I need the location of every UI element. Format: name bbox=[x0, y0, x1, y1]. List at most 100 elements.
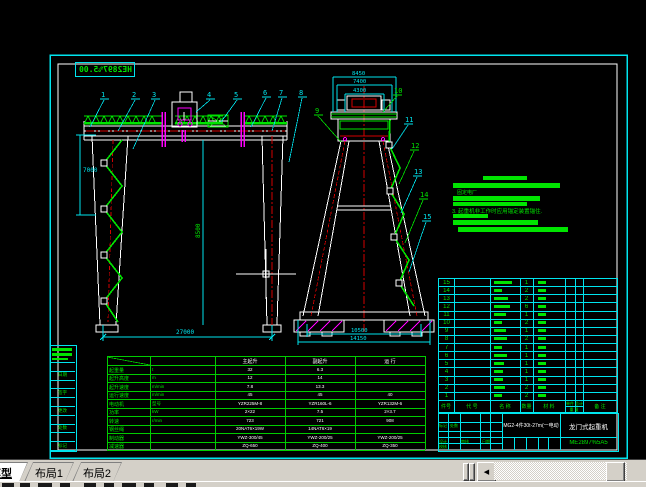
hscroll-thumb[interactable] bbox=[606, 462, 625, 482]
bom-header: 材 料 bbox=[533, 403, 565, 410]
params-value: YWZ-300/45 bbox=[215, 435, 285, 440]
bom-row-no: 2 bbox=[440, 385, 453, 391]
callout-leader bbox=[409, 222, 426, 272]
bom-row-no: 15 bbox=[440, 280, 453, 286]
left-arrow-icon: ◀ bbox=[484, 468, 489, 476]
tab-label: 布局2 bbox=[73, 463, 121, 482]
params-value: 20NAT6×19W bbox=[215, 426, 285, 431]
bom-row-qty: 1 bbox=[521, 353, 532, 359]
bom-name-bar bbox=[494, 305, 510, 308]
bom-mat-bar bbox=[538, 297, 546, 300]
callout-number: 2 bbox=[132, 91, 136, 99]
callout-number: 13 bbox=[414, 168, 422, 176]
bom-grid-line bbox=[617, 278, 618, 413]
bom-row-qty: 1 bbox=[521, 345, 532, 351]
bom-row-qty: 2 bbox=[521, 385, 532, 391]
tab-scroll-splitter2[interactable] bbox=[469, 463, 475, 481]
bom-mat-bar bbox=[538, 313, 546, 316]
params-grid-line bbox=[107, 450, 425, 451]
bom-mat-bar bbox=[538, 346, 546, 349]
bom-mat-bar bbox=[538, 370, 546, 373]
params-value: 40 bbox=[355, 392, 425, 397]
revision-strip: 日期签字更改处数标记 bbox=[50, 345, 75, 450]
tab-layout1[interactable]: 布局1 bbox=[24, 462, 74, 482]
params-value: 2×3.7 bbox=[355, 409, 425, 414]
titleblock-label: 处数 bbox=[450, 423, 470, 429]
callout-number: 7 bbox=[279, 89, 283, 97]
bom-mat-bar bbox=[538, 289, 546, 292]
bom-mat-bar bbox=[538, 386, 546, 389]
layout-tab-bar: 模型布局1布局2 ◀ bbox=[0, 459, 646, 482]
bom-mat-bar bbox=[538, 321, 546, 324]
titleblock-label: 审核 bbox=[461, 439, 481, 445]
bom-row-qty: 1 bbox=[521, 369, 532, 375]
params-row-unit: 型号 bbox=[152, 401, 212, 407]
clipped-command-text bbox=[38, 483, 52, 487]
strip-grid-line bbox=[50, 397, 75, 398]
command-line-strip[interactable] bbox=[0, 481, 646, 487]
clipped-command-text bbox=[20, 483, 30, 487]
params-value: 7.5 bbox=[285, 409, 355, 414]
params-value: 2×22 bbox=[215, 409, 285, 414]
bom-row-no: 4 bbox=[440, 369, 453, 375]
callout-number: 9 bbox=[315, 107, 319, 115]
params-value: YZR160L-6 bbox=[285, 401, 355, 406]
bom-row-no: 10 bbox=[440, 320, 453, 326]
clipped-command-text bbox=[84, 483, 96, 487]
strip-grid-line bbox=[50, 450, 75, 451]
params-value: 14NAT6×19 bbox=[285, 426, 355, 431]
bom-row-qty: 1 bbox=[521, 312, 532, 318]
bom-row-no: 13 bbox=[440, 296, 453, 302]
params-row-unit: t bbox=[152, 367, 212, 372]
front-view-right-leg bbox=[262, 136, 283, 332]
callout-leader bbox=[399, 151, 414, 184]
params-row-label: 减速器 bbox=[109, 443, 149, 450]
titleblock-line bbox=[526, 437, 527, 450]
callout-number: 8 bbox=[299, 89, 303, 97]
strip-label: 处数 bbox=[50, 425, 75, 431]
params-value: 32 bbox=[215, 367, 285, 372]
titleblock-line bbox=[514, 437, 515, 450]
params-row-label: 起升速度 bbox=[109, 384, 149, 391]
strip-grid-line bbox=[50, 415, 75, 416]
titleblock-line bbox=[548, 437, 549, 450]
strip-bar bbox=[52, 358, 68, 360]
titleblock-line bbox=[438, 437, 502, 438]
bom-row-qty: 2 bbox=[521, 288, 532, 294]
note-bar bbox=[483, 176, 527, 180]
tab-model[interactable]: 模型 bbox=[0, 462, 28, 482]
bom-row-no: 3 bbox=[440, 377, 453, 383]
bom-row-qty: 2 bbox=[521, 296, 532, 302]
params-col-header: 副起升 bbox=[285, 358, 355, 365]
note-line-fixed: 固定电厂 bbox=[457, 189, 477, 196]
note-bar bbox=[453, 214, 488, 218]
callout-leader bbox=[289, 98, 302, 162]
left-leg-ladder bbox=[101, 140, 122, 322]
titleblock-designation: MG2-4件30t-27m(一电动 bbox=[503, 415, 559, 436]
params-value: 6.3 bbox=[285, 367, 355, 372]
bom-name-bar bbox=[494, 329, 506, 332]
title-block: 标记处数设计校核审核日期MG2-4件30t-27m(一电动龙门式起重机ME289… bbox=[438, 413, 617, 450]
strip-label: 日期 bbox=[50, 372, 75, 378]
params-grid-line bbox=[107, 356, 108, 450]
callout-leader bbox=[196, 100, 210, 112]
titleblock-label: 日期 bbox=[482, 439, 502, 445]
bom-mat-bar bbox=[538, 394, 546, 397]
params-value: YWZ-200/25 bbox=[355, 435, 425, 440]
bom-row-qty: 1 bbox=[521, 328, 532, 334]
tab-layout2[interactable]: 布局2 bbox=[72, 462, 122, 482]
callout-number: 12 bbox=[411, 142, 419, 150]
bom-mat-bar bbox=[538, 329, 546, 332]
params-value: 908 bbox=[355, 418, 425, 423]
note-bar bbox=[453, 183, 560, 188]
bom-name-bar bbox=[494, 289, 502, 292]
bom-mat-bar bbox=[538, 337, 546, 340]
parameters-table: 主起升副起升运 行起重量t326.3起升高度m1214起升速度m/min7.81… bbox=[107, 356, 425, 450]
bom-name-bar bbox=[494, 370, 503, 373]
note-bar bbox=[453, 196, 540, 201]
crosshair-cursor bbox=[236, 249, 296, 299]
params-row-unit: r/min bbox=[152, 418, 212, 423]
callout-number: 10 bbox=[394, 87, 402, 95]
bom-row-qty: 2 bbox=[521, 336, 532, 342]
bom-row-qty: 2 bbox=[521, 320, 532, 326]
